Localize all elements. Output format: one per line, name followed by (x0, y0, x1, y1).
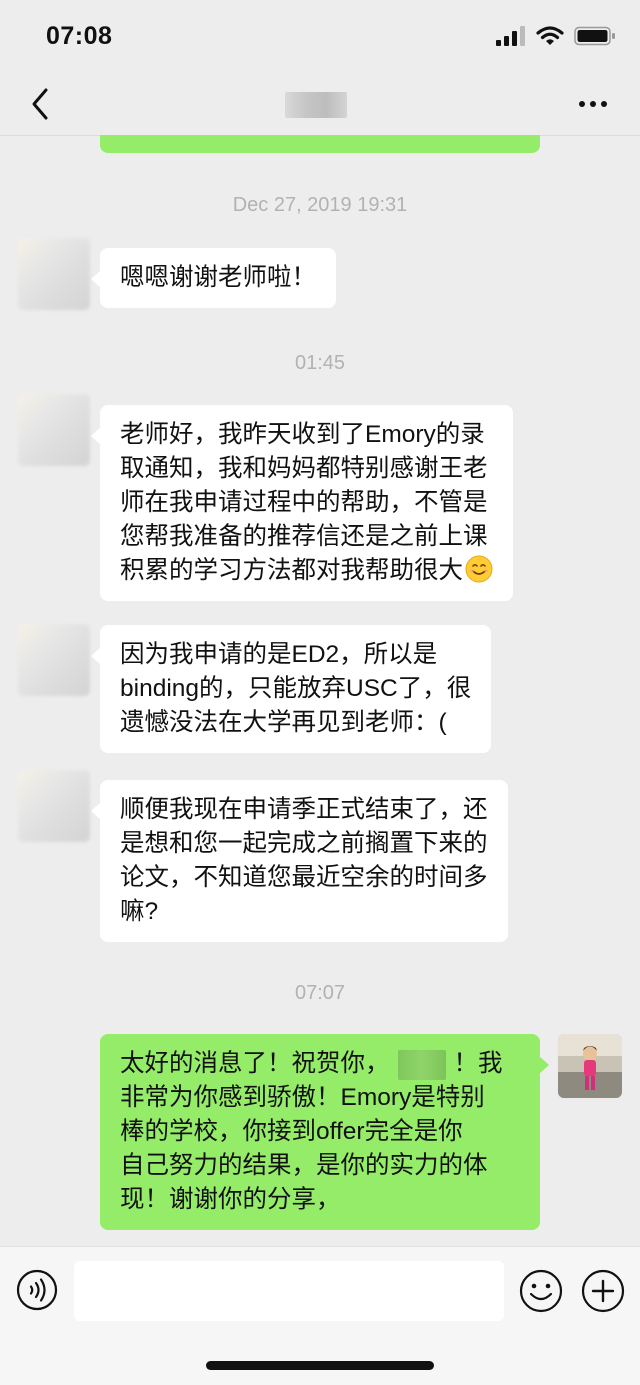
message-bubble-partial (100, 135, 540, 153)
battery-icon (574, 26, 615, 46)
message-line-last: 积累的学习方法都对我帮助很大 (120, 554, 493, 588)
message-line: 现！谢谢你的分享， (120, 1186, 341, 1213)
message-bubble-outgoing[interactable]: 太好的消息了！祝贺你， ！我 非常为你感到骄傲！Emory是特别 棒的学校，你接到… (100, 1034, 549, 1230)
message-bubble-incoming[interactable]: 因为我申请的是ED2，所以是 binding的，只能放弃USC了，很 遗憾没法在… (90, 625, 492, 753)
contact-avatar[interactable] (18, 624, 90, 696)
message-line: 论文，不知道您最近空余的时间多 (120, 864, 488, 891)
wifi-icon (536, 26, 564, 45)
message-line: 棒的学校，你接到offer完全是你 (120, 1118, 463, 1145)
message-line-text: 积累的学习方法都对我帮助很大 (120, 557, 463, 584)
message-line: binding的，只能放弃USC了，很 (120, 675, 472, 702)
redacted-name (397, 1049, 446, 1080)
message-bubble-incoming[interactable]: 顺便我现在申请季正式结束了，还 是想和您一起完成之前搁置下来的 论文，不知道您最… (91, 780, 508, 942)
message-line: 自己努力的结果，是你的实力的体 (120, 1152, 488, 1179)
cellular-signal-icon (496, 26, 525, 46)
smiling-face-emoji (465, 555, 493, 583)
more-horizontal-icon[interactable] (578, 94, 608, 114)
status-icons (496, 26, 616, 46)
message-line: 老师好，我昨天收到了Emory的录 (120, 421, 485, 448)
chevron-left-icon[interactable] (28, 86, 52, 122)
message-line: 顺便我现在申请季正式结束了，还 (120, 796, 488, 823)
home-indicator[interactable] (206, 1361, 434, 1370)
plus-circle-icon[interactable] (581, 1269, 625, 1313)
contact-avatar[interactable] (18, 238, 90, 310)
message-line: 嗯嗯谢谢老师啦！ (120, 264, 316, 291)
message-line-text: ！我 (453, 1050, 503, 1077)
status-time: 07:08 (46, 22, 113, 50)
contact-avatar[interactable] (18, 770, 90, 842)
message-bubble-incoming[interactable]: 嗯嗯谢谢老师啦！ (91, 248, 336, 308)
message-bubble-incoming[interactable]: 老师好，我昨天收到了Emory的录 取通知，我和妈妈都特别感谢王老 师在我申请过… (91, 405, 513, 601)
my-avatar[interactable] (558, 1034, 622, 1098)
message-line: 遗憾没法在大学再见到老师：( (120, 709, 447, 736)
message-line: 因为我申请的是ED2，所以是 (120, 641, 438, 668)
status-bar: 07:08 (0, 0, 640, 80)
message-line: 非常为你感到骄傲！Emory是特别 (120, 1084, 485, 1111)
emoji-icon[interactable] (519, 1269, 563, 1313)
message-line-first: 太好的消息了！祝贺你， ！我 (120, 1047, 520, 1081)
message-line: 嘛? (120, 898, 159, 925)
voice-icon[interactable] (16, 1269, 58, 1311)
message-input[interactable] (74, 1261, 504, 1321)
chat-header (0, 72, 640, 136)
message-line: 取通知，我和妈妈都特别感谢王老 (120, 455, 488, 482)
chat-title-redacted (285, 92, 347, 118)
message-line: 师在我申请过程中的帮助，不管是 (120, 489, 488, 516)
message-line: 您帮我准备的推荐信还是之前上课 (120, 523, 488, 550)
message-timestamp: 07:07 (294, 982, 346, 1004)
message-timestamp: Dec 27, 2019 19:31 (232, 194, 408, 216)
message-timestamp: 01:45 (294, 352, 346, 374)
message-line-text: 太好的消息了！祝贺你， (120, 1050, 390, 1077)
message-line: 是想和您一起完成之前搁置下来的 (120, 830, 488, 857)
contact-avatar[interactable] (18, 394, 90, 466)
